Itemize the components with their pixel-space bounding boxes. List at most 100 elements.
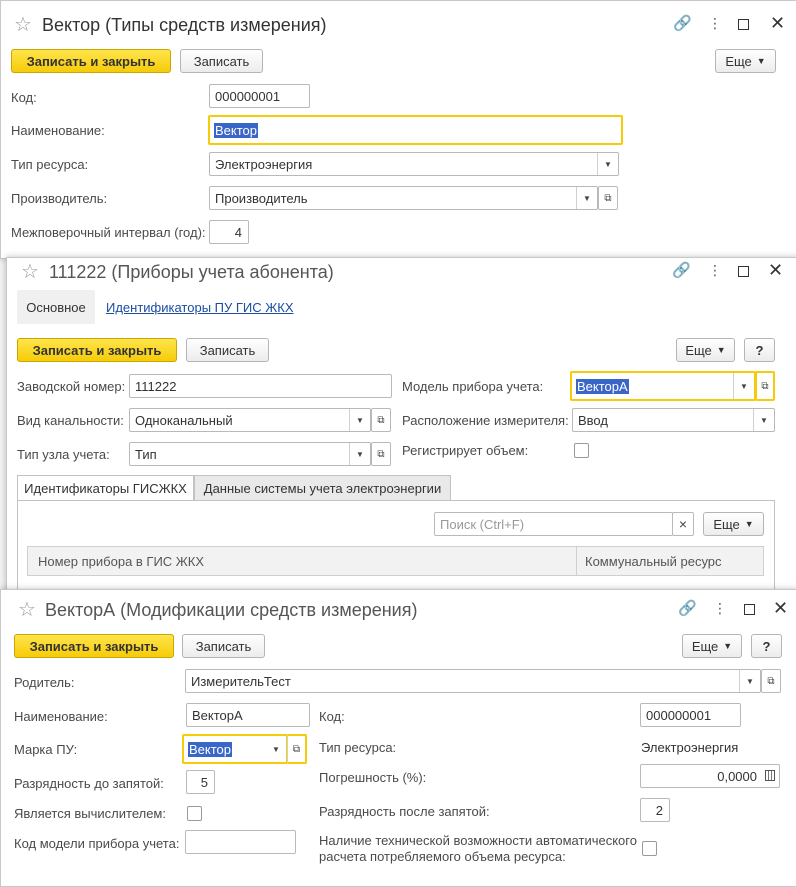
chevron-down-icon: ▼ xyxy=(716,345,726,355)
is-calculator-label: Является вычислителем: xyxy=(14,806,166,821)
channel-type-field[interactable]: Одноканальный ▼ xyxy=(129,408,371,432)
help-button[interactable]: ? xyxy=(744,338,775,362)
save-button[interactable]: Записать xyxy=(182,634,265,658)
save-and-close-button[interactable]: Записать и закрыть xyxy=(11,49,171,73)
chevron-down-icon[interactable]: ▼ xyxy=(349,409,370,431)
auto-calc-checkbox[interactable] xyxy=(642,841,657,856)
registers-volume-label: Регистрирует объем: xyxy=(402,443,529,458)
device-model-label: Модель прибора учета: xyxy=(402,379,544,394)
digits-before-value: 5 xyxy=(200,775,208,790)
chevron-down-icon[interactable]: ▼ xyxy=(597,153,618,175)
model-code-field[interactable] xyxy=(185,830,296,854)
manufacturer-field[interactable]: Производитель ▼ xyxy=(209,186,598,210)
serial-number-label: Заводской номер: xyxy=(17,379,126,394)
help-button[interactable]: ? xyxy=(751,634,782,658)
window-vector-types: ☆ Вектор (Типы средств измерения) 🔗 ⋮ ✕ … xyxy=(0,0,796,259)
serial-number-field[interactable]: 111222 xyxy=(129,374,392,398)
chevron-down-icon[interactable]: ▼ xyxy=(733,373,754,399)
is-calculator-checkbox[interactable] xyxy=(187,806,202,821)
device-model-value: ВекторА xyxy=(576,379,629,394)
brand-field[interactable]: Вектор ▼ xyxy=(182,734,288,764)
more-button[interactable]: Еще ▼ xyxy=(676,338,735,362)
resource-type-label: Тип ресурса: xyxy=(319,740,397,755)
maximize-icon[interactable] xyxy=(738,18,749,33)
open-form-icon[interactable]: ⧉ xyxy=(371,408,391,432)
tab-gis-identifiers[interactable]: Идентификаторы ПУ ГИС ЖКХ xyxy=(106,300,294,315)
node-type-label: Тип узла учета: xyxy=(17,447,110,462)
code-field[interactable]: 000000001 xyxy=(209,84,310,108)
clear-icon[interactable]: × xyxy=(672,512,694,536)
interval-field[interactable]: 4 xyxy=(209,220,249,244)
digits-before-field[interactable]: 5 xyxy=(186,770,215,794)
name-label: Наименование: xyxy=(14,709,108,724)
close-icon[interactable]: ✕ xyxy=(768,261,783,279)
column-header-number[interactable]: Номер прибора в ГИС ЖКХ xyxy=(38,554,204,569)
registers-volume-checkbox[interactable] xyxy=(574,443,589,458)
meter-location-label: Расположение измерителя: xyxy=(402,413,569,428)
column-header-resource[interactable]: Коммунальный ресурс xyxy=(585,554,722,569)
serial-number-value: 111222 xyxy=(135,379,177,394)
node-type-value: Тип xyxy=(135,447,157,462)
more-label: Еще xyxy=(713,516,740,532)
chevron-down-icon[interactable]: ▼ xyxy=(266,736,286,762)
resource-type-field[interactable]: Электроэнергия ▼ xyxy=(209,152,619,176)
star-icon[interactable]: ☆ xyxy=(18,600,36,620)
close-icon[interactable]: ✕ xyxy=(773,599,788,617)
maximize-icon[interactable] xyxy=(744,603,755,618)
tab-electricity-data[interactable]: Данные системы учета электроэнергии xyxy=(194,475,451,501)
star-icon[interactable]: ☆ xyxy=(21,262,39,282)
chevron-down-icon: ▼ xyxy=(723,641,733,651)
chevron-down-icon[interactable]: ▼ xyxy=(739,670,760,692)
more-button[interactable]: Еще ▼ xyxy=(682,634,742,658)
error-field[interactable]: 0,0000 xyxy=(640,764,780,788)
window-meter-devices: ☆ 111222 (Приборы учета абонента) 🔗 ⋮ ✕ … xyxy=(6,257,796,599)
name-field[interactable]: Вектор xyxy=(208,115,623,145)
tab-gis-housing[interactable]: Идентификаторы ГИСЖКХ xyxy=(17,475,194,501)
code-field[interactable]: 000000001 xyxy=(640,703,741,727)
open-form-icon[interactable]: ⧉ xyxy=(371,442,391,466)
save-button[interactable]: Записать xyxy=(180,49,263,73)
search-input[interactable]: Поиск (Ctrl+F) xyxy=(434,512,673,536)
name-value: Вектор xyxy=(214,123,259,138)
chevron-down-icon[interactable]: ▼ xyxy=(576,187,597,209)
error-value: 0,0000 xyxy=(717,769,757,784)
name-field[interactable]: ВекторА xyxy=(186,703,310,727)
node-type-field[interactable]: Тип ▼ xyxy=(129,442,371,466)
parent-value: ИзмерительТест xyxy=(191,674,291,689)
manufacturer-value: Производитель xyxy=(215,191,308,206)
tab-main[interactable]: Основное xyxy=(17,290,95,324)
meter-location-field[interactable]: Ввод ▼ xyxy=(572,408,775,432)
more-menu-icon[interactable]: ⋮ xyxy=(708,16,723,30)
open-form-icon[interactable]: ⧉ xyxy=(761,669,781,693)
link-icon[interactable]: 🔗 xyxy=(673,16,692,31)
calculator-icon[interactable] xyxy=(765,770,775,781)
digits-after-field[interactable]: 2 xyxy=(640,798,670,822)
digits-before-label: Разрядность до запятой: xyxy=(14,776,164,791)
more-menu-icon[interactable]: ⋮ xyxy=(708,263,723,277)
parent-label: Родитель: xyxy=(14,675,75,690)
window-modifications: ☆ ВекторА (Модификации средств измерения… xyxy=(0,589,796,887)
window-title: Вектор (Типы средств измерения) xyxy=(42,15,327,35)
more-button[interactable]: Еще ▼ xyxy=(715,49,776,73)
chevron-down-icon[interactable]: ▼ xyxy=(349,443,370,465)
link-icon[interactable]: 🔗 xyxy=(678,601,697,616)
device-model-field[interactable]: ВекторА ▼ xyxy=(570,371,756,401)
save-and-close-button[interactable]: Записать и закрыть xyxy=(14,634,174,658)
parent-field[interactable]: ИзмерительТест ▼ xyxy=(185,669,761,693)
open-form-icon[interactable]: ⧉ xyxy=(287,734,307,764)
more-menu-icon[interactable]: ⋮ xyxy=(713,601,728,615)
code-label: Код: xyxy=(319,709,345,724)
star-icon[interactable]: ☆ xyxy=(14,15,32,35)
maximize-icon[interactable] xyxy=(738,265,749,280)
save-button[interactable]: Записать xyxy=(186,338,269,362)
column-divider xyxy=(576,547,577,575)
interval-value: 4 xyxy=(234,225,242,240)
link-icon[interactable]: 🔗 xyxy=(672,263,691,278)
grid-more-button[interactable]: Еще ▼ xyxy=(703,512,764,536)
save-and-close-button[interactable]: Записать и закрыть xyxy=(17,338,177,362)
chevron-down-icon[interactable]: ▼ xyxy=(753,409,774,431)
open-form-icon[interactable]: ⧉ xyxy=(598,186,618,210)
more-label: Еще xyxy=(685,342,712,358)
close-icon[interactable]: ✕ xyxy=(770,14,785,32)
open-form-icon[interactable]: ⧉ xyxy=(755,371,775,401)
